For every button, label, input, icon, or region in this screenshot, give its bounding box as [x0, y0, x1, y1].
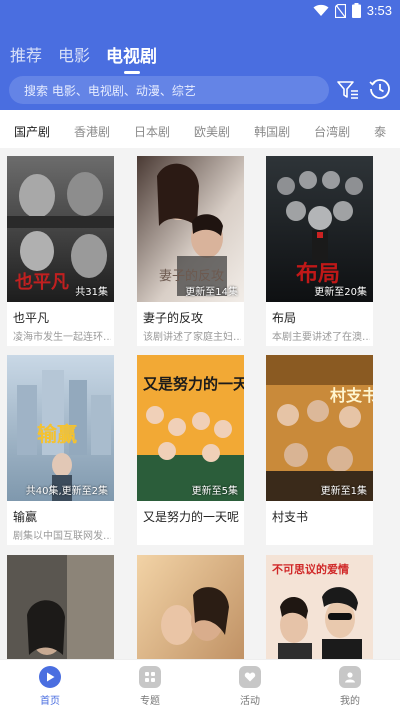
episode-badge: 更新至20集 [314, 287, 367, 298]
grid-icon [139, 666, 161, 688]
history-button[interactable] [368, 77, 392, 101]
series-card[interactable] [7, 555, 114, 659]
poster-image [7, 555, 114, 659]
clock-icon [369, 79, 390, 99]
poster-image: 村支书 更新至1集 [266, 355, 373, 501]
poster-image: 输赢 共40集,更新至2集 [7, 355, 114, 501]
episode-badge: 更新至1集 [320, 486, 367, 497]
episode-badge: 更新至14集 [185, 287, 238, 298]
nav-label: 活动 [240, 696, 260, 707]
series-card[interactable]: 村支书 更新至1集 村支书 [266, 355, 373, 545]
episode-badge: 共31集 [75, 287, 108, 298]
poster-title-text: 村支书 [330, 386, 373, 405]
battery-icon [351, 3, 361, 18]
search-input[interactable]: 搜索 电影、电视剧、动漫、综艺 [9, 76, 329, 104]
category-tab-korea[interactable]: 韩国剧 [254, 123, 290, 140]
nav-label: 专题 [140, 696, 160, 707]
wifi-icon [313, 4, 329, 16]
category-tab-thailand[interactable]: 泰 [374, 123, 386, 140]
series-card[interactable] [137, 555, 244, 659]
series-title: 又是努力的一天呢 [143, 510, 240, 524]
top-tabs: 推荐 电影 电视剧 [10, 42, 157, 67]
tab-movies[interactable]: 电影 [58, 42, 90, 67]
nav-item-home[interactable]: 首页 [20, 666, 80, 707]
user-icon [339, 666, 361, 688]
category-tab-taiwan[interactable]: 台湾剧 [314, 123, 350, 140]
series-title: 妻子的反攻 [143, 311, 204, 325]
series-title: 村支书 [272, 510, 309, 524]
category-tabs: 国产剧 香港剧 日本剧 欧美剧 韩国剧 台湾剧 泰 [0, 114, 400, 148]
category-tab-hongkong[interactable]: 香港剧 [74, 123, 110, 140]
series-title: 布局 [272, 311, 297, 325]
series-card[interactable]: 不可思议的爱情 [266, 555, 373, 659]
series-description: 凌海市发生一起连环… [13, 332, 111, 343]
poster-title-text: 妻子的反攻 [159, 268, 224, 284]
status-icons: 3:53 [313, 3, 392, 18]
nav-label: 首页 [40, 696, 60, 707]
series-card[interactable]: 布局 更新至20集 布局 本剧主要讲述了在澳… [266, 156, 373, 346]
tab-tv-series[interactable]: 电视剧 [106, 42, 157, 67]
play-icon [39, 666, 61, 688]
episode-badge: 共40集,更新至2集 [25, 486, 108, 497]
poster-title-text: 也平凡 [15, 271, 69, 293]
status-time: 3:53 [366, 3, 392, 18]
filter-icon [337, 81, 358, 99]
nav-label: 我的 [340, 696, 360, 707]
series-description: 该剧讲述了家庭主妇… [143, 332, 241, 343]
poster-image: 布局 更新至20集 [266, 156, 373, 302]
poster-image: 也平凡 共31集 [7, 156, 114, 302]
category-tab-mainland[interactable]: 国产剧 [14, 123, 50, 140]
category-tab-western[interactable]: 欧美剧 [194, 123, 230, 140]
category-tab-japan[interactable]: 日本剧 [134, 123, 170, 140]
poster-image: 不可思议的爱情 [266, 555, 373, 659]
filter-button[interactable] [336, 78, 360, 102]
series-title: 输赢 [13, 510, 38, 524]
poster-title-text: 又是努力的一天呢 [143, 375, 244, 393]
series-card[interactable]: 妻子的反攻 更新至14集 妻子的反攻 该剧讲述了家庭主妇… [137, 156, 244, 346]
nav-item-topics[interactable]: 专题 [120, 666, 180, 707]
bottom-nav: 首页 专题 活动 我的 [0, 659, 400, 711]
nav-item-activities[interactable]: 活动 [220, 666, 280, 707]
series-grid: 也平凡 共31集 也平凡 凌海市发生一起连环… 妻子的反攻 更新至14集 妻子的… [0, 148, 400, 659]
episode-badge: 更新至5集 [191, 486, 238, 497]
series-description: 本剧主要讲述了在澳… [272, 332, 370, 343]
series-description: 剧集以中国互联网发… [13, 531, 111, 542]
series-card[interactable]: 又是努力的一天呢 更新至5集 又是努力的一天呢 [137, 355, 244, 545]
heart-icon [239, 666, 261, 688]
series-card[interactable]: 也平凡 共31集 也平凡 凌海市发生一起连环… [7, 156, 114, 346]
search-placeholder: 搜索 电影、电视剧、动漫、综艺 [24, 84, 196, 98]
no-sim-icon [334, 3, 346, 18]
poster-title-text: 不可思议的爱情 [272, 562, 349, 576]
poster-image [137, 555, 244, 659]
header: 推荐 电影 电视剧 搜索 电影、电视剧、动漫、综艺 [0, 24, 400, 110]
tab-recommend[interactable]: 推荐 [10, 42, 42, 67]
status-bar: 3:53 [0, 0, 400, 24]
series-card[interactable]: 输赢 共40集,更新至2集 输赢 剧集以中国互联网发… [7, 355, 114, 545]
poster-title-text: 输赢 [37, 422, 77, 446]
poster-image: 又是努力的一天呢 更新至5集 [137, 355, 244, 501]
nav-item-profile[interactable]: 我的 [320, 666, 380, 707]
series-title: 也平凡 [13, 311, 50, 325]
poster-image: 妻子的反攻 更新至14集 [137, 156, 244, 302]
